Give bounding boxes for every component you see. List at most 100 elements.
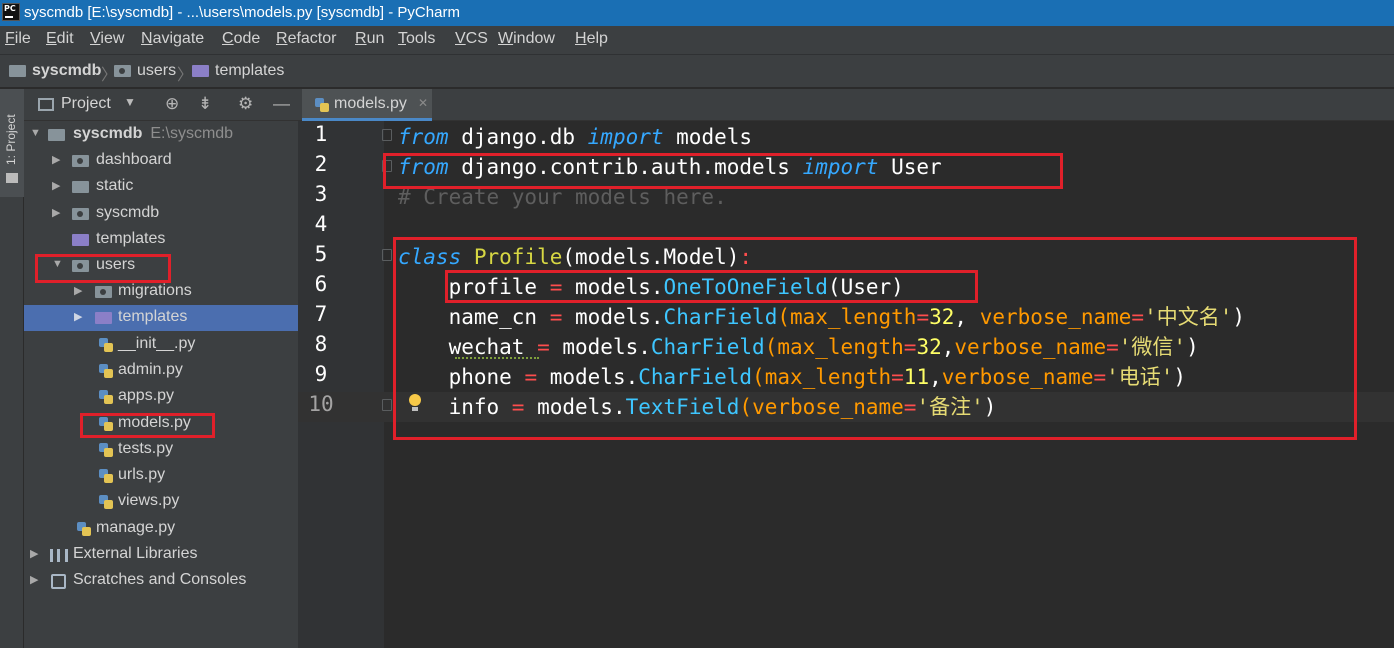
title-bar: PC syscmdb [E:\syscmdb] - ...\users\mode… [0,0,1394,26]
line-number: 6 [314,272,328,296]
menu-vcs[interactable]: VCS [455,30,488,48]
python-file-icon [98,494,114,510]
breadcrumb-item-users[interactable]: users [114,62,176,80]
collapsed-arrow-icon[interactable]: ▶ [74,310,82,323]
tree-item-admin-py[interactable]: admin.py [24,358,298,384]
breadcrumb-item-templates[interactable]: templates [192,62,284,80]
tree-item-label: templates [96,230,166,247]
library-icon [50,549,68,562]
tree-item-syscmdb[interactable]: ▶ syscmdb [24,201,298,227]
folder-icon [6,173,18,183]
menu-edit[interactable]: Edit [46,30,74,48]
tree-item-label: urls.py [118,466,166,483]
line-number: 10 [308,392,334,416]
tree-item-label: syscmdb [96,204,160,221]
project-panel-header: Project ▼ ⊕ ⇟ ⚙ — [24,89,298,121]
tree-item-tests-py[interactable]: tests.py [24,437,298,463]
python-file-icon [98,389,114,405]
collapsed-arrow-icon[interactable]: ▶ [30,547,38,560]
folder-icon [48,129,65,141]
keyword: from [398,125,449,149]
tree-item-apps-py[interactable]: apps.py [24,384,298,410]
breadcrumb-item-syscmdb[interactable]: syscmdb [9,62,101,80]
breadcrumb-label: users [137,62,177,79]
project-view-selector[interactable]: Project [61,95,111,113]
fold-marker-icon[interactable] [382,399,392,411]
expanded-arrow-icon[interactable]: ▼ [30,127,41,139]
tab-label: models.py [334,95,407,112]
menu-tools[interactable]: Tools [398,30,435,48]
collapse-all-icon[interactable]: ⇟ [198,94,212,114]
breadcrumb-label: templates [215,62,285,79]
collapsed-arrow-icon[interactable]: ▶ [52,179,60,192]
tree-item-label: views.py [118,492,180,509]
folder-icon [72,181,89,193]
python-file-icon [98,468,114,484]
tree-item-label: syscmdb E:\syscmdb [73,125,233,143]
menu-file[interactable]: File [5,30,31,48]
keyword: import [587,125,664,149]
menu-mnemonic: F [5,30,15,47]
locate-target-icon[interactable]: ⊕ [165,94,179,114]
menu-mnemonic: R [276,30,288,47]
minimize-icon[interactable]: — [273,94,290,114]
tree-item-external-libraries[interactable]: ▶ External Libraries [24,542,298,568]
tree-item-static[interactable]: ▶ static [24,174,298,200]
folder-icon [72,208,89,220]
tree-item-syscmdb-root[interactable]: ▼ syscmdb E:\syscmdb [24,122,298,148]
tree-item-label: manage.py [96,519,176,536]
tab-models-py[interactable]: models.py ✕ [302,89,432,121]
window-title: syscmdb [E:\syscmdb] - ...\users\models.… [24,4,460,21]
tree-item-label: Scratches and Consoles [73,571,247,588]
python-file-icon [98,442,114,458]
close-icon[interactable]: ✕ [418,96,428,110]
menu-navigate[interactable]: Navigate [141,30,204,48]
code-line-1[interactable]: from django.db import models [398,122,752,152]
tree-item-label: External Libraries [73,545,198,562]
tree-item-label: migrations [118,282,192,299]
annotation-box-profile-class [393,237,1357,440]
tree-item-init-py[interactable]: __init__.py [24,332,298,358]
menu-help[interactable]: Help [575,30,608,48]
collapsed-arrow-icon[interactable]: ▶ [74,284,82,297]
menu-label: indow [513,30,555,47]
tree-item-templates-root[interactable]: templates [24,227,298,253]
folder-icon [95,312,112,324]
tree-item-urls-py[interactable]: urls.py [24,463,298,489]
tree-item-label: static [96,177,134,194]
python-file-icon [314,97,330,113]
fold-marker-icon[interactable] [382,249,392,261]
tree-item-label: admin.py [118,361,183,378]
chevron-down-icon[interactable]: ▼ [124,95,136,109]
tree-item-templates-selected[interactable]: ▶ templates [24,305,298,331]
folder-icon [72,234,89,246]
collapsed-arrow-icon[interactable]: ▶ [30,573,38,586]
tree-item-views-py[interactable]: views.py [24,489,298,515]
project-tool-tab[interactable]: 1: Project [0,89,24,197]
project-panel: Project ▼ ⊕ ⇟ ⚙ — ▼ syscmdb E:\syscmdb ▶ … [24,89,298,648]
tree-item-manage-py[interactable]: manage.py [24,516,298,542]
line-number: 1 [314,122,328,146]
tree-item-dashboard[interactable]: ▶ dashboard [24,148,298,174]
gear-icon[interactable]: ⚙ [238,94,253,114]
editor-tab-bar: models.py ✕ [298,89,1394,121]
tool-window-strip: 1: Project [0,89,24,648]
menu-label: ode [233,30,261,47]
line-number: 7 [314,302,328,326]
annotation-box-onetoone-field [445,270,978,303]
chevron-right-icon: 〉 [177,67,194,84]
fold-marker-icon[interactable] [382,129,392,141]
tree-item-scratches[interactable]: ▶ Scratches and Consoles [24,568,298,594]
folder-icon [192,65,209,77]
menu-run[interactable]: Run [355,30,384,48]
menu-view[interactable]: View [90,30,124,48]
menu-code[interactable]: Code [222,30,260,48]
annotation-box-users [35,254,171,283]
tree-item-label: __init__.py [118,335,196,352]
collapsed-arrow-icon[interactable]: ▶ [52,206,60,219]
menu-refactor[interactable]: Refactor [276,30,336,48]
tree-item-label: apps.py [118,387,175,404]
line-number: 2 [314,152,328,176]
collapsed-arrow-icon[interactable]: ▶ [52,153,60,166]
menu-window[interactable]: Window [498,30,555,48]
